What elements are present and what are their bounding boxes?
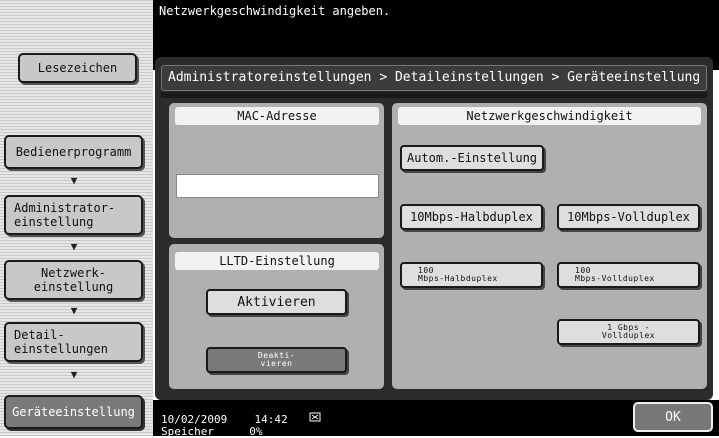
down-arrow-icon: ▼ — [70, 367, 78, 381]
step-netzwerk-button[interactable]: Netzwerk- einstellung — [4, 260, 143, 300]
speed-100-half-line2: Mbps-Halbduplex — [418, 274, 498, 283]
bookmark-button[interactable]: Lesezeichen — [18, 53, 137, 83]
datetime-display: 10/02/2009 14:42 — [161, 411, 323, 426]
step-label-line1: Netzwerk- — [40, 266, 107, 280]
down-arrow-icon: ▼ — [70, 173, 78, 187]
speed-auto-button[interactable]: Autom.-Einstellung — [400, 145, 544, 171]
speed-auto-label: Autom.-Einstellung — [406, 151, 538, 165]
lltd-title: LLTD-Einstellung — [175, 252, 379, 270]
speed-10-full-button[interactable]: 10Mbps-Vollduplex — [557, 204, 700, 230]
step-label-line1: Detail- — [14, 328, 65, 342]
mac-address-title: MAC-Adresse — [175, 107, 379, 125]
step-administrator-button[interactable]: Administrator- einstellung — [4, 195, 143, 235]
memory-value: 0% — [249, 425, 263, 438]
lltd-activate-button[interactable]: Aktivieren — [206, 289, 347, 315]
speed-1g-full-button[interactable]: 1 Gbps - Vollduplex — [557, 319, 700, 345]
step-label-line2: einstellung — [33, 280, 114, 294]
step-label-line1: Administrator- — [14, 201, 116, 215]
network-speed-title: Netzwerkgeschwindigkeit — [398, 107, 701, 125]
step-bedienerprogramm-button[interactable]: Bedienerprogramm — [4, 135, 143, 169]
network-status-icon — [309, 412, 323, 426]
lltd-deactivate-button[interactable]: Deakti- vieren — [206, 347, 347, 373]
down-arrow-icon: ▼ — [70, 239, 78, 253]
deactivate-label-line2: vieren — [260, 359, 293, 368]
instruction-message: Netzwerkgeschwindigkeit angeben. — [159, 4, 391, 18]
ok-label: OK — [665, 409, 681, 425]
speed-10-full-label: 10Mbps-Vollduplex — [567, 210, 690, 224]
step-label: Geräteeinstellung — [12, 405, 135, 419]
speed-100-half-button[interactable]: 100 Mbps-Halbduplex — [400, 262, 543, 288]
mac-address-field — [176, 174, 379, 198]
speed-1g-line2: Vollduplex — [601, 331, 656, 340]
speed-10-half-label: 10Mbps-Halbduplex — [410, 210, 533, 224]
activate-label: Aktivieren — [237, 294, 316, 310]
memory-display: Speicher 0% — [161, 425, 262, 438]
bookmark-label: Lesezeichen — [37, 61, 118, 75]
memory-label: Speicher — [161, 425, 214, 438]
breadcrumb: Administratoreinstellungen > Detaileinst… — [161, 65, 707, 91]
breadcrumb-divider — [161, 92, 707, 98]
speed-100-full-line2: Mbps-Vollduplex — [575, 274, 655, 283]
step-label-line2: einstellung — [14, 215, 94, 229]
step-label-line2: einstellungen — [14, 342, 108, 356]
ok-button[interactable]: OK — [633, 402, 713, 432]
down-arrow-icon: ▼ — [70, 303, 78, 317]
step-label: Bedienerprogramm — [15, 145, 132, 159]
speed-10-half-button[interactable]: 10Mbps-Halbduplex — [400, 204, 543, 230]
speed-100-full-button[interactable]: 100 Mbps-Vollduplex — [557, 262, 700, 288]
step-geraeteeinstellung-button[interactable]: Geräteeinstellung — [4, 395, 143, 429]
step-detail-button[interactable]: Detail- einstellungen — [4, 322, 143, 362]
